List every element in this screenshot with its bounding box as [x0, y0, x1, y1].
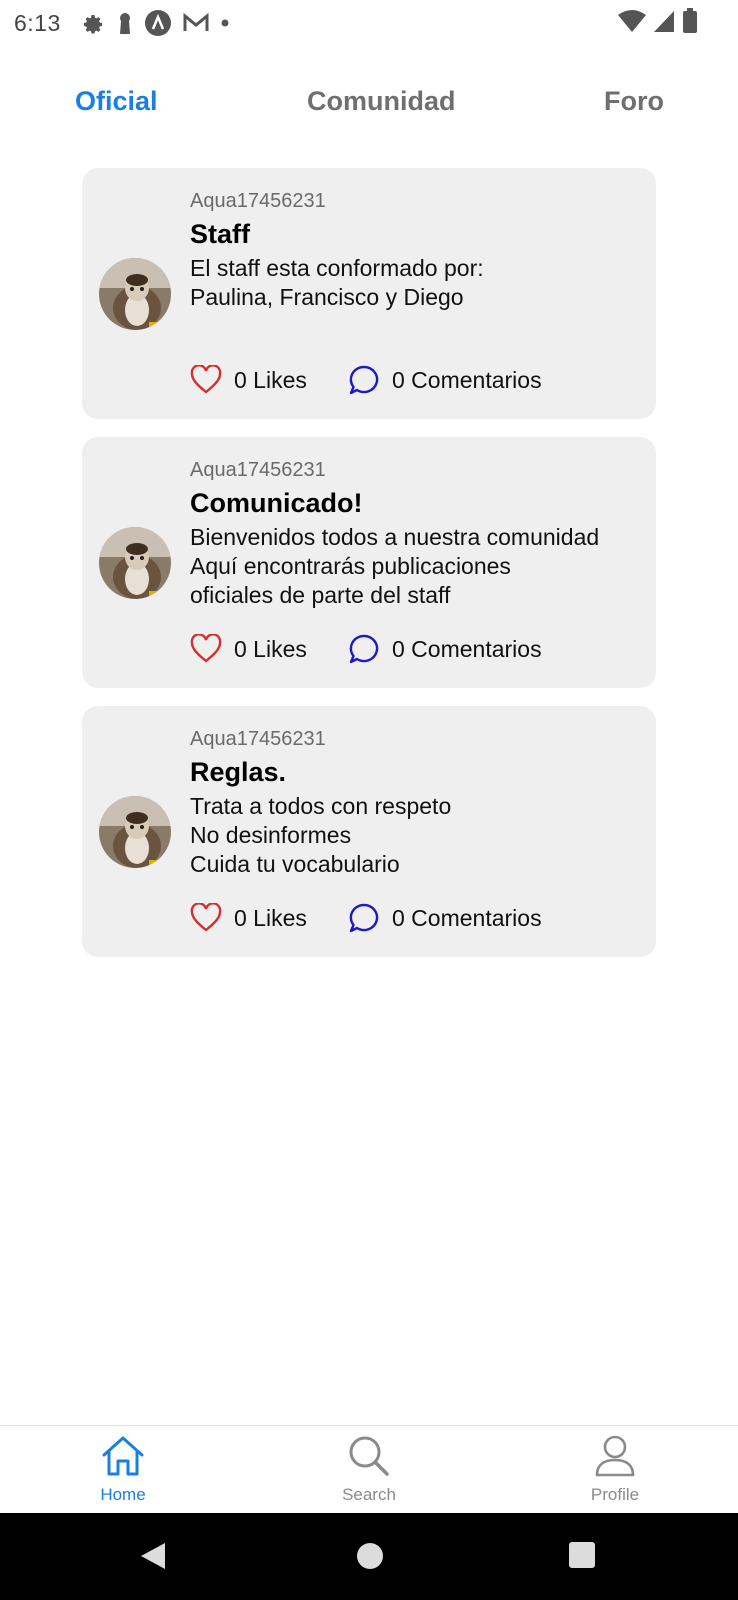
- tab-foro[interactable]: Foro: [604, 86, 664, 117]
- nav-profile[interactable]: Profile: [560, 1434, 670, 1505]
- keyhole-icon: [119, 13, 130, 34]
- bottom-nav: Home Search Profile: [0, 1425, 738, 1513]
- comment-button[interactable]: 0 Comentarios: [348, 364, 542, 396]
- post-author[interactable]: Aqua17456231: [190, 457, 646, 483]
- comment-bubble-icon: [349, 903, 379, 933]
- comment-button[interactable]: 0 Comentarios: [348, 633, 542, 665]
- heart-icon: [190, 365, 222, 394]
- post-actions: 0 Likes 0 Comentarios: [190, 633, 542, 665]
- tab-comunidad[interactable]: Comunidad: [307, 86, 456, 117]
- post-text: El staff esta conformado por: Paulina, F…: [190, 255, 484, 310]
- gmail-icon: [183, 13, 209, 31]
- avatar[interactable]: [99, 796, 171, 868]
- comment-count: 0 Comentarios: [392, 635, 542, 662]
- nav-home[interactable]: Home: [68, 1434, 178, 1505]
- post-actions: 0 Likes 0 Comentarios: [190, 902, 542, 934]
- app-a-icon: [144, 10, 171, 36]
- status-system-icons: [618, 8, 698, 34]
- post-title: Comunicado!: [190, 488, 363, 518]
- like-button[interactable]: 0 Likes: [190, 365, 348, 395]
- avatar[interactable]: [99, 527, 171, 599]
- nav-search-label: Search: [342, 1485, 396, 1504]
- signal-icon: [654, 11, 674, 32]
- post-body: Aqua17456231 Staff El staff esta conform…: [190, 188, 646, 312]
- search-icon: [349, 1436, 389, 1476]
- post-title: Staff: [190, 219, 250, 249]
- settings-icon: [83, 15, 102, 34]
- post-actions: 0 Likes 0 Comentarios: [190, 364, 542, 396]
- comment-bubble-icon: [349, 634, 379, 664]
- top-tabs: Oficial Comunidad Foro: [0, 86, 738, 136]
- home-icon: [102, 1436, 144, 1476]
- post-feed: Aqua17456231 Staff El staff esta conform…: [82, 168, 656, 975]
- heart-icon: [190, 634, 222, 663]
- like-count: 0 Likes: [234, 904, 307, 931]
- comment-count: 0 Comentarios: [392, 366, 542, 393]
- post-text: Trata a todos con respeto No desinformes…: [190, 793, 452, 877]
- comment-button[interactable]: 0 Comentarios: [348, 902, 542, 934]
- system-nav-bar: [0, 1513, 738, 1600]
- comment-bubble-icon: [349, 365, 379, 395]
- post-text: Bienvenidos todos a nuestra comunidad Aq…: [190, 524, 600, 608]
- home-circle-icon[interactable]: [355, 1541, 385, 1571]
- post-body: Aqua17456231 Reglas. Trata a todos con r…: [190, 726, 646, 879]
- heart-icon: [190, 903, 222, 932]
- back-icon[interactable]: [138, 1541, 168, 1571]
- nav-profile-label: Profile: [590, 1485, 640, 1504]
- profile-icon: [595, 1435, 635, 1477]
- status-bar: 6:13: [0, 0, 738, 46]
- like-count: 0 Likes: [234, 635, 307, 662]
- dot-icon: [221, 19, 229, 27]
- post-body: Aqua17456231 Comunicado! Bienvenidos tod…: [190, 457, 646, 610]
- avatar[interactable]: [99, 258, 171, 330]
- battery-icon: [683, 8, 697, 33]
- post-author[interactable]: Aqua17456231: [190, 726, 646, 752]
- post-card[interactable]: Aqua17456231 Reglas. Trata a todos con r…: [82, 706, 656, 957]
- like-count: 0 Likes: [234, 366, 307, 393]
- status-time: 6:13: [14, 9, 61, 36]
- post-card[interactable]: Aqua17456231 Comunicado! Bienvenidos tod…: [82, 437, 656, 688]
- post-author[interactable]: Aqua17456231: [190, 188, 646, 214]
- like-button[interactable]: 0 Likes: [190, 903, 348, 933]
- tab-oficial[interactable]: Oficial: [75, 86, 158, 117]
- nav-search[interactable]: Search: [314, 1434, 424, 1505]
- status-notification-icons: [81, 10, 229, 36]
- nav-home-label: Home: [100, 1485, 146, 1504]
- like-button[interactable]: 0 Likes: [190, 634, 348, 664]
- wifi-icon: [618, 10, 646, 32]
- post-title: Reglas.: [190, 757, 287, 787]
- post-card[interactable]: Aqua17456231 Staff El staff esta conform…: [82, 168, 656, 419]
- comment-count: 0 Comentarios: [392, 904, 542, 931]
- recents-icon[interactable]: [568, 1541, 596, 1569]
